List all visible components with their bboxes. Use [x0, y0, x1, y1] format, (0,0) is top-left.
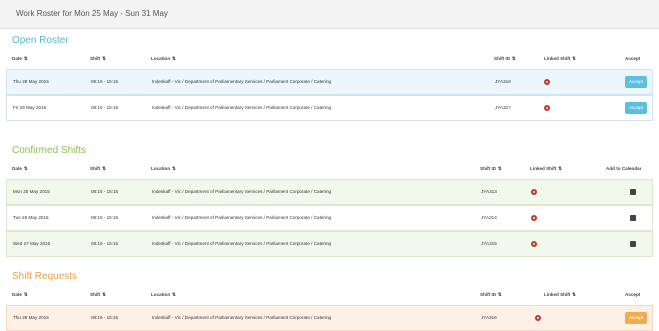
row-date: Mon 25 May 2015	[13, 189, 50, 194]
row-date: Fri 29 May 2015	[13, 105, 47, 110]
col-linked-shift[interactable]: Linked Shift ⇅	[544, 285, 577, 305]
confirmed-shifts-header: Date ⇅ Shift ⇅ Location ⇅ Shift ID ⇅ Lin…	[6, 159, 653, 179]
row-location: Indeskaff - Vic / Department of Parliame…	[152, 241, 332, 246]
row-shift: 08:15 - 15:15	[91, 79, 119, 84]
col-shift-id[interactable]: Shift ID ⇅	[480, 285, 502, 305]
linked-shift-icon[interactable]	[531, 189, 537, 195]
confirmed-shifts-section: Confirmed Shifts Date ⇅ Shift ⇅ Location…	[0, 143, 659, 257]
linked-shift-icon[interactable]	[531, 215, 537, 221]
col-location[interactable]: Location ⇅	[151, 285, 176, 305]
sort-icon: ⇅	[572, 56, 576, 61]
col-location[interactable]: Location ⇅	[151, 159, 176, 179]
row-shift: 08:15 - 15:15	[91, 315, 119, 320]
shift-requests-section: Shift Requests Date ⇅ Shift ⇅ Location ⇅…	[0, 269, 659, 331]
table-row: Fri 29 May 2015 08:15 - 15:15 Indeskaff …	[6, 95, 653, 121]
col-linked-shift[interactable]: Linked Shift ⇅	[544, 49, 577, 69]
calendar-icon[interactable]	[630, 215, 636, 221]
linked-shift-icon[interactable]	[544, 105, 550, 111]
sort-icon: ⇅	[102, 292, 106, 297]
row-date: Thu 28 May 2015	[13, 315, 49, 320]
sort-icon: ⇅	[102, 56, 106, 61]
row-shift-id: JYA315	[481, 241, 497, 246]
page-header: Work Roster for Mon 25 May - Sun 31 May	[0, 0, 659, 29]
confirmed-shifts-title: Confirmed Shifts	[12, 145, 86, 156]
col-shift[interactable]: Shift ⇅	[90, 49, 107, 69]
row-shift-id: JYA316	[481, 315, 497, 320]
table-row: Wed 27 May 2015 08:15 - 15:15 Indeskaff …	[6, 231, 653, 257]
accept-button[interactable]: Accept	[625, 102, 647, 114]
sort-icon: ⇅	[497, 166, 502, 171]
col-date[interactable]: Date ⇅	[12, 49, 28, 69]
row-shift: 08:15 - 15:15	[91, 105, 119, 110]
row-location: Indeskaff - Vic / Department of Parliame…	[152, 105, 332, 110]
sort-icon: ⇅	[171, 56, 176, 61]
col-date[interactable]: Date ⇅	[12, 285, 28, 305]
col-accept: Accept	[625, 292, 641, 297]
row-shift: 08:15 - 15:15	[91, 241, 119, 246]
sort-icon: ⇅	[511, 56, 516, 61]
col-shift-id[interactable]: Shift ID ⇅	[494, 49, 516, 69]
linked-shift-icon[interactable]	[531, 241, 537, 247]
row-location: Indeskaff - Vic / Department of Parliame…	[152, 189, 332, 194]
sort-icon: ⇅	[102, 166, 106, 171]
calendar-icon[interactable]	[630, 189, 636, 195]
row-shift-id: JYA314	[481, 215, 497, 220]
row-date: Thu 28 May 2015	[13, 79, 49, 84]
accept-button[interactable]: Accept	[625, 312, 647, 324]
col-shift-id[interactable]: Shift ID ⇅	[480, 159, 502, 179]
row-date: Wed 27 May 2015	[13, 241, 51, 246]
row-location: Indeskaff - Vic / Department of Parliame…	[152, 215, 332, 220]
open-roster-section: Open Roster Date ⇅ Shift ⇅ Location ⇅ Sh…	[0, 33, 659, 121]
table-row: Thu 28 May 2015 08:15 - 15:15 Indeskaff …	[6, 305, 653, 331]
row-date: Tue 26 May 2015	[13, 215, 49, 220]
sort-icon: ⇅	[23, 166, 28, 171]
row-shift-id: JYA313	[481, 189, 497, 194]
row-location: Indeskaff - Vic / Department of Parliame…	[152, 315, 332, 320]
sort-icon: ⇅	[171, 166, 176, 171]
linked-shift-icon[interactable]	[544, 79, 550, 85]
calendar-icon[interactable]	[630, 241, 636, 247]
shift-requests-header: Date ⇅ Shift ⇅ Location ⇅ Shift ID ⇅ Lin…	[6, 285, 653, 305]
accept-button[interactable]: Accept	[625, 76, 647, 88]
col-date[interactable]: Date ⇅	[12, 159, 28, 179]
table-row: Tue 26 May 2015 08:15 - 15:15 Indeskaff …	[6, 205, 653, 231]
sort-icon: ⇅	[558, 166, 562, 171]
col-shift[interactable]: Shift ⇅	[90, 285, 107, 305]
sort-icon: ⇅	[497, 292, 502, 297]
table-row: Mon 25 May 2015 08:15 - 15:15 Indeskaff …	[6, 179, 653, 205]
row-shift: 08:15 - 15:15	[91, 189, 119, 194]
col-add-to-calendar: Add to Calendar	[606, 166, 642, 171]
linked-shift-icon[interactable]	[535, 315, 541, 321]
page-title: Work Roster for Mon 25 May - Sun 31 May	[16, 9, 168, 18]
sort-icon: ⇅	[23, 292, 28, 297]
row-shift-id: JYA316	[495, 79, 511, 84]
col-accept: Accept	[625, 56, 641, 61]
sort-icon: ⇅	[572, 292, 576, 297]
sort-icon: ⇅	[23, 56, 28, 61]
col-location[interactable]: Location ⇅	[151, 49, 176, 69]
row-shift-id: JYA317	[495, 105, 511, 110]
roster-page: Work Roster for Mon 25 May - Sun 31 May …	[0, 0, 659, 331]
table-row: Thu 28 May 2015 08:15 - 15:15 Indeskaff …	[6, 69, 653, 95]
col-shift[interactable]: Shift ⇅	[90, 159, 107, 179]
open-roster-title: Open Roster	[12, 35, 69, 46]
open-roster-header: Date ⇅ Shift ⇅ Location ⇅ Shift ID ⇅ Lin…	[6, 49, 653, 69]
sort-icon: ⇅	[171, 292, 176, 297]
row-location: Indeskaff - Vic / Department of Parliame…	[152, 79, 332, 84]
row-shift: 08:15 - 15:15	[91, 215, 119, 220]
shift-requests-title: Shift Requests	[12, 271, 78, 282]
col-linked-shift[interactable]: Linked Shift ⇅	[530, 159, 563, 179]
